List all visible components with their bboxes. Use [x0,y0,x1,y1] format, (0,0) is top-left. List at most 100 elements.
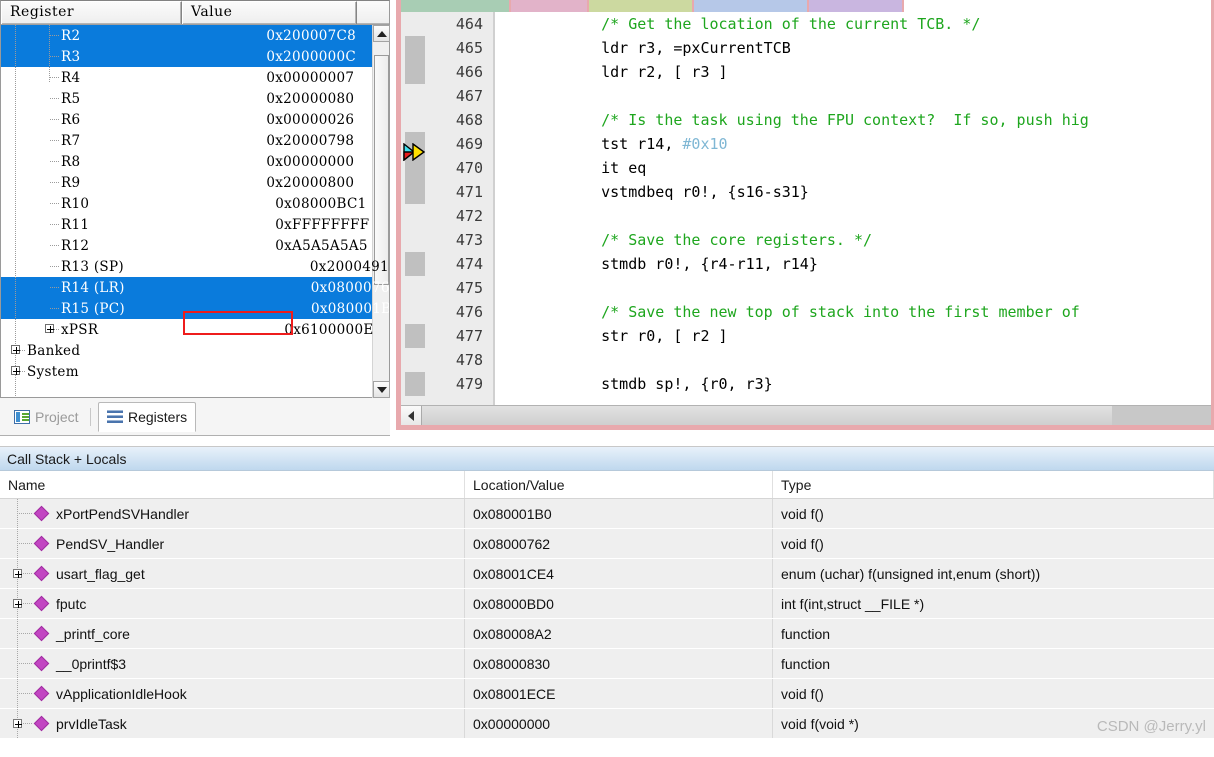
tab-project[interactable]: Project [6,402,87,432]
expand-toggle[interactable] [45,324,54,333]
register-value: 0x20000798 [266,132,355,149]
register-row[interactable]: R3 0x2000000C [1,46,372,67]
call-stack-name-cell: PendSV_Handler [0,529,465,558]
expand-toggle[interactable] [11,366,20,375]
table-row[interactable]: _printf_core 0x080008A2 function [0,619,1214,649]
editor-marker-gutter[interactable] [401,12,425,405]
code-line[interactable]: /* Save the core registers. */ [565,228,872,252]
type-value: void f() [781,505,824,522]
code-coverage-marker[interactable] [405,252,425,276]
column-header-value[interactable]: Value [182,1,357,24]
line-number: 473 [455,231,483,249]
code-coverage-marker[interactable] [405,180,425,204]
register-row[interactable]: R5 0x20000080 [1,88,372,109]
column-header-register[interactable]: Register [1,1,182,24]
table-row[interactable]: usart_flag_get 0x08001CE4 enum (uchar) f(u… [0,559,1214,589]
call-stack-title: Call Stack + Locals [0,446,1214,471]
tree-dash [50,56,60,57]
call-stack-rows: xPortPendSVHandler 0x080001B0 void f() Pend… [0,499,1214,739]
register-row[interactable]: R4 0x00000007 [1,67,372,88]
call-stack-footer [0,747,1214,757]
code-line[interactable]: /* Save the new top of stack into the fi… [565,300,1080,324]
register-row[interactable]: R8 0x00000000 [1,151,372,172]
scroll-left-button[interactable] [401,406,422,425]
code-line[interactable]: /* Get the location of the current TCB. … [565,12,980,36]
registers-vertical-scrollbar[interactable] [372,25,390,398]
register-row[interactable]: xPSR 0x6100000E [1,319,373,340]
table-row[interactable]: __0printf$3 0x08000830 function [0,649,1214,679]
code-coverage-marker[interactable] [405,36,425,60]
tab-registers[interactable]: Registers [98,402,197,432]
column-header-name[interactable]: Name [0,471,465,498]
numeric-literal: #0x10 [682,135,728,153]
register-row[interactable]: System [1,361,372,382]
register-row[interactable]: R14 (LR) 0x08000767 [1,277,389,298]
line-number: 477 [455,327,483,345]
editor-file-tab[interactable] [589,0,694,12]
register-row[interactable]: R7 0x20000798 [1,130,372,151]
code-line[interactable]: it eq [565,156,646,180]
code-line[interactable]: ldr r2, [ r3 ] [565,60,727,84]
code-line[interactable]: vstmdbeq r0!, {s16-s31} [565,180,809,204]
location-value: 0x08000830 [465,649,773,678]
table-row[interactable]: PendSV_Handler 0x08000762 void f() [0,529,1214,559]
name-wrapper: fputc [0,589,464,618]
register-row[interactable]: R11 0xFFFFFFFF [1,214,372,235]
scroll-down-button[interactable] [373,381,390,398]
code-line[interactable]: stmdb r0!, {r4-r11, r14} [565,252,818,276]
tree-dash [50,35,60,36]
function-symbol-icon [33,565,50,582]
editor-file-tab[interactable] [694,0,809,12]
table-row[interactable]: vApplicationIdleHook 0x08001ECE void f() [0,679,1214,709]
code-line[interactable]: stmdb sp!, {r0, r3} [565,372,773,396]
editor-tab-strip[interactable] [401,0,1211,12]
register-row[interactable]: R10 0x08000BC1 [1,193,372,214]
registers-scroll-area: R2 0x200007C8 R3 0x2000000C R4 0x00000007 R5 0x… [1,25,389,398]
type-value: enum (uchar) f(unsigned int,enum (short)… [781,565,1041,582]
register-row[interactable]: R2 0x200007C8 [1,25,372,46]
editor-body[interactable]: 464 465 466 467 468 469 470 471 472 473 474 475 476 4… [401,12,1211,405]
code-line[interactable]: str r0, [ r2 ] [565,324,727,348]
editor-file-tab[interactable] [401,0,511,12]
tree-dash [50,161,60,162]
triangle-up-icon [376,30,387,37]
column-header-location[interactable]: Location/Value [465,471,773,498]
code-coverage-marker[interactable] [405,60,425,84]
register-row[interactable]: R9 0x20000800 [1,172,372,193]
register-row[interactable]: Banked [1,340,372,361]
editor-file-tab[interactable] [511,0,589,12]
table-row[interactable]: xPortPendSVHandler 0x080001B0 void f() [0,499,1214,529]
code-line[interactable]: /* Is the task using the FPU context? If… [565,108,1089,132]
location-value: 0x080001B0 [465,499,773,528]
table-row[interactable]: prvIdleTask 0x00000000 void f(void *) CSDN … [0,709,1214,739]
code-line[interactable]: ldr r3, =pxCurrentTCB [565,36,791,60]
register-name: R7 [61,132,81,149]
table-row[interactable]: fputc 0x08000BD0 int f(int,struct __FILE *… [0,589,1214,619]
register-row[interactable]: R6 0x00000026 [1,109,372,130]
register-row[interactable]: R15 (PC) 0x080001B0 [1,298,389,319]
register-name: R15 (PC) [61,300,125,317]
name-wrapper: __0printf$3 [0,649,464,678]
hscrollbar-thumb[interactable] [422,406,1112,425]
column-header-type[interactable]: Type [773,471,1214,498]
register-row[interactable]: R12 0xA5A5A5A5 [1,235,372,256]
code-coverage-marker[interactable] [405,324,425,348]
editor-horizontal-scrollbar[interactable] [401,405,1211,425]
line-number: 471 [455,183,483,201]
tree-guide-level2 [49,25,50,83]
line-number: 478 [455,351,483,369]
line-number: 475 [455,279,483,297]
call-stack-name-cell: __0printf$3 [0,649,465,678]
register-row[interactable]: R13 (SP) 0x20004918 [1,256,389,277]
scroll-up-button[interactable] [373,25,390,42]
scrollbar-thumb[interactable] [374,55,389,285]
registers-header-row: Register Value [1,1,389,25]
project-icon [14,410,30,424]
location-value: 0x08000762 [465,529,773,558]
code-line[interactable]: tst r14, #0x10 [565,132,728,156]
editor-file-tab[interactable] [809,0,904,12]
triangle-left-icon [408,410,414,421]
editor-code-area[interactable]: /* Get the location of the current TCB. … [501,12,1211,405]
expand-toggle[interactable] [11,345,20,354]
code-coverage-marker[interactable] [405,372,425,396]
